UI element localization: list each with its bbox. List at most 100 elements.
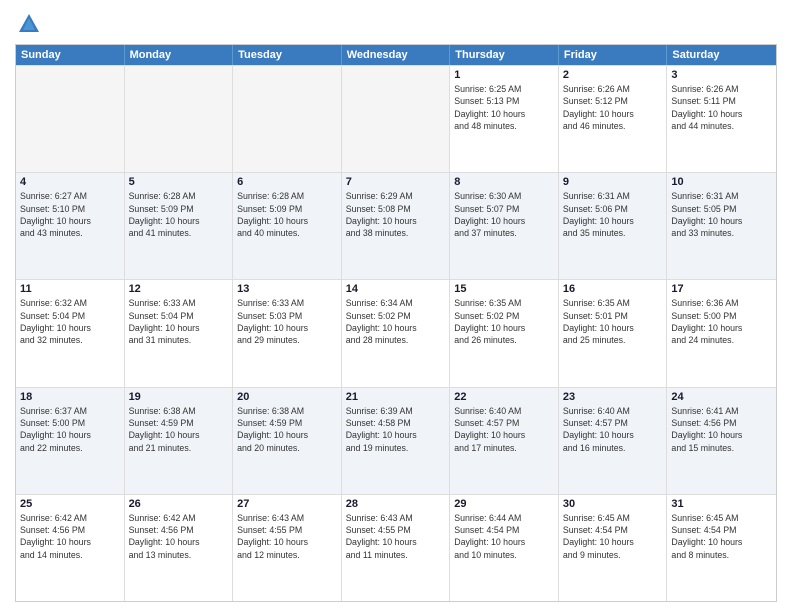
day-info: Sunrise: 6:42 AM Sunset: 4:56 PM Dayligh… xyxy=(20,512,120,561)
day-number: 27 xyxy=(237,498,337,510)
day-cell-10: 10 Sunrise: 6:31 AM Sunset: 5:05 PM Dayli… xyxy=(667,173,776,279)
calendar-row-5: 25 Sunrise: 6:42 AM Sunset: 4:56 PM Dayli… xyxy=(16,494,776,601)
day-info: Sunrise: 6:45 AM Sunset: 4:54 PM Dayligh… xyxy=(563,512,663,561)
day-info: Sunrise: 6:30 AM Sunset: 5:07 PM Dayligh… xyxy=(454,190,554,239)
day-info: Sunrise: 6:32 AM Sunset: 5:04 PM Dayligh… xyxy=(20,297,120,346)
day-number: 24 xyxy=(671,391,772,403)
day-info: Sunrise: 6:39 AM Sunset: 4:58 PM Dayligh… xyxy=(346,405,446,454)
day-number: 28 xyxy=(346,498,446,510)
day-info: Sunrise: 6:40 AM Sunset: 4:57 PM Dayligh… xyxy=(454,405,554,454)
day-number: 12 xyxy=(129,283,229,295)
day-cell-20: 20Sunrise: 6:38 AM Sunset: 4:59 PM Dayli… xyxy=(233,388,342,494)
day-info: Sunrise: 6:41 AM Sunset: 4:56 PM Dayligh… xyxy=(671,405,772,454)
day-number: 6 xyxy=(237,176,337,188)
day-number: 3 xyxy=(671,69,772,81)
day-cell-19: 19 Sunrise: 6:38 AM Sunset: 4:59 PM Dayli… xyxy=(125,388,234,494)
calendar-row-3: 11Sunrise: 6:32 AM Sunset: 5:04 PM Dayli… xyxy=(16,279,776,386)
day-info: Sunrise: 6:42 AM Sunset: 4:56 PM Dayligh… xyxy=(129,512,229,561)
day-info: Sunrise: 6:31 AM Sunset: 5:05 PM Dayligh… xyxy=(671,190,772,239)
day-cell-2: 2 Sunrise: 6:26 AM Sunset: 5:12 PM Daylig… xyxy=(559,66,668,172)
day-cell-17: 17 Sunrise: 6:36 AM Sunset: 5:00 PM Dayli… xyxy=(667,280,776,386)
day-cell-23: 23 Sunrise: 6:40 AM Sunset: 4:57 PM Dayli… xyxy=(559,388,668,494)
day-cell-1: 1 Sunrise: 6:25 AM Sunset: 5:13 PM Daylig… xyxy=(450,66,559,172)
day-number: 9 xyxy=(563,176,663,188)
day-cell-21: 21Sunrise: 6:39 AM Sunset: 4:58 PM Dayli… xyxy=(342,388,451,494)
empty-cell xyxy=(16,66,125,172)
day-cell-8: 8 Sunrise: 6:30 AM Sunset: 5:07 PM Daylig… xyxy=(450,173,559,279)
day-cell-24: 24 Sunrise: 6:41 AM Sunset: 4:56 PM Dayli… xyxy=(667,388,776,494)
day-cell-11: 11Sunrise: 6:32 AM Sunset: 5:04 PM Dayli… xyxy=(16,280,125,386)
day-number: 4 xyxy=(20,176,120,188)
day-cell-14: 14 Sunrise: 6:34 AM Sunset: 5:02 PM Dayli… xyxy=(342,280,451,386)
day-cell-15: 15Sunrise: 6:35 AM Sunset: 5:02 PM Dayli… xyxy=(450,280,559,386)
day-number: 15 xyxy=(454,283,554,295)
day-number: 14 xyxy=(346,283,446,295)
day-number: 25 xyxy=(20,498,120,510)
day-cell-18: 18 Sunrise: 6:37 AM Sunset: 5:00 PM Dayli… xyxy=(16,388,125,494)
day-info: Sunrise: 6:28 AM Sunset: 5:09 PM Dayligh… xyxy=(129,190,229,239)
day-number: 17 xyxy=(671,283,772,295)
day-info: Sunrise: 6:27 AM Sunset: 5:10 PM Dayligh… xyxy=(20,190,120,239)
day-number: 2 xyxy=(563,69,663,81)
day-cell-3: 3 Sunrise: 6:26 AM Sunset: 5:11 PM Daylig… xyxy=(667,66,776,172)
day-info: Sunrise: 6:45 AM Sunset: 4:54 PM Dayligh… xyxy=(671,512,772,561)
header-day-tuesday: Tuesday xyxy=(233,45,342,65)
calendar: SundayMondayTuesdayWednesdayThursdayFrid… xyxy=(15,44,777,602)
empty-cell xyxy=(342,66,451,172)
day-cell-31: 31Sunrise: 6:45 AM Sunset: 4:54 PM Dayli… xyxy=(667,495,776,601)
day-number: 1 xyxy=(454,69,554,81)
day-info: Sunrise: 6:35 AM Sunset: 5:01 PM Dayligh… xyxy=(563,297,663,346)
day-info: Sunrise: 6:36 AM Sunset: 5:00 PM Dayligh… xyxy=(671,297,772,346)
day-number: 30 xyxy=(563,498,663,510)
day-number: 16 xyxy=(563,283,663,295)
day-info: Sunrise: 6:43 AM Sunset: 4:55 PM Dayligh… xyxy=(346,512,446,561)
header-day-saturday: Saturday xyxy=(667,45,776,65)
calendar-row-1: 1 Sunrise: 6:25 AM Sunset: 5:13 PM Daylig… xyxy=(16,65,776,172)
day-cell-16: 16 Sunrise: 6:35 AM Sunset: 5:01 PM Dayli… xyxy=(559,280,668,386)
day-number: 29 xyxy=(454,498,554,510)
day-info: Sunrise: 6:37 AM Sunset: 5:00 PM Dayligh… xyxy=(20,405,120,454)
day-cell-7: 7 Sunrise: 6:29 AM Sunset: 5:08 PM Daylig… xyxy=(342,173,451,279)
day-number: 19 xyxy=(129,391,229,403)
calendar-row-4: 18 Sunrise: 6:37 AM Sunset: 5:00 PM Dayli… xyxy=(16,387,776,494)
day-cell-22: 22 Sunrise: 6:40 AM Sunset: 4:57 PM Dayli… xyxy=(450,388,559,494)
day-number: 13 xyxy=(237,283,337,295)
header-day-thursday: Thursday xyxy=(450,45,559,65)
day-info: Sunrise: 6:40 AM Sunset: 4:57 PM Dayligh… xyxy=(563,405,663,454)
calendar-row-2: 4 Sunrise: 6:27 AM Sunset: 5:10 PM Daylig… xyxy=(16,172,776,279)
day-number: 7 xyxy=(346,176,446,188)
day-info: Sunrise: 6:29 AM Sunset: 5:08 PM Dayligh… xyxy=(346,190,446,239)
day-cell-27: 27Sunrise: 6:43 AM Sunset: 4:55 PM Dayli… xyxy=(233,495,342,601)
day-cell-28: 28 Sunrise: 6:43 AM Sunset: 4:55 PM Dayli… xyxy=(342,495,451,601)
page: SundayMondayTuesdayWednesdayThursdayFrid… xyxy=(0,0,792,612)
day-number: 8 xyxy=(454,176,554,188)
day-cell-6: 6Sunrise: 6:28 AM Sunset: 5:09 PM Daylig… xyxy=(233,173,342,279)
day-number: 18 xyxy=(20,391,120,403)
calendar-header: SundayMondayTuesdayWednesdayThursdayFrid… xyxy=(16,45,776,65)
day-cell-5: 5 Sunrise: 6:28 AM Sunset: 5:09 PM Daylig… xyxy=(125,173,234,279)
header-day-monday: Monday xyxy=(125,45,234,65)
day-info: Sunrise: 6:26 AM Sunset: 5:12 PM Dayligh… xyxy=(563,83,663,132)
logo-icon xyxy=(15,10,43,38)
day-number: 22 xyxy=(454,391,554,403)
day-cell-4: 4 Sunrise: 6:27 AM Sunset: 5:10 PM Daylig… xyxy=(16,173,125,279)
day-info: Sunrise: 6:38 AM Sunset: 4:59 PM Dayligh… xyxy=(237,405,337,454)
header-day-sunday: Sunday xyxy=(16,45,125,65)
day-number: 10 xyxy=(671,176,772,188)
day-info: Sunrise: 6:26 AM Sunset: 5:11 PM Dayligh… xyxy=(671,83,772,132)
day-info: Sunrise: 6:33 AM Sunset: 5:04 PM Dayligh… xyxy=(129,297,229,346)
day-number: 23 xyxy=(563,391,663,403)
day-number: 26 xyxy=(129,498,229,510)
day-cell-9: 9Sunrise: 6:31 AM Sunset: 5:06 PM Daylig… xyxy=(559,173,668,279)
day-info: Sunrise: 6:38 AM Sunset: 4:59 PM Dayligh… xyxy=(129,405,229,454)
day-number: 5 xyxy=(129,176,229,188)
day-info: Sunrise: 6:44 AM Sunset: 4:54 PM Dayligh… xyxy=(454,512,554,561)
day-info: Sunrise: 6:34 AM Sunset: 5:02 PM Dayligh… xyxy=(346,297,446,346)
header-day-wednesday: Wednesday xyxy=(342,45,451,65)
day-info: Sunrise: 6:25 AM Sunset: 5:13 PM Dayligh… xyxy=(454,83,554,132)
calendar-body: 1 Sunrise: 6:25 AM Sunset: 5:13 PM Daylig… xyxy=(16,65,776,601)
day-cell-30: 30 Sunrise: 6:45 AM Sunset: 4:54 PM Dayli… xyxy=(559,495,668,601)
empty-cell xyxy=(125,66,234,172)
day-cell-25: 25 Sunrise: 6:42 AM Sunset: 4:56 PM Dayli… xyxy=(16,495,125,601)
day-cell-13: 13Sunrise: 6:33 AM Sunset: 5:03 PM Dayli… xyxy=(233,280,342,386)
